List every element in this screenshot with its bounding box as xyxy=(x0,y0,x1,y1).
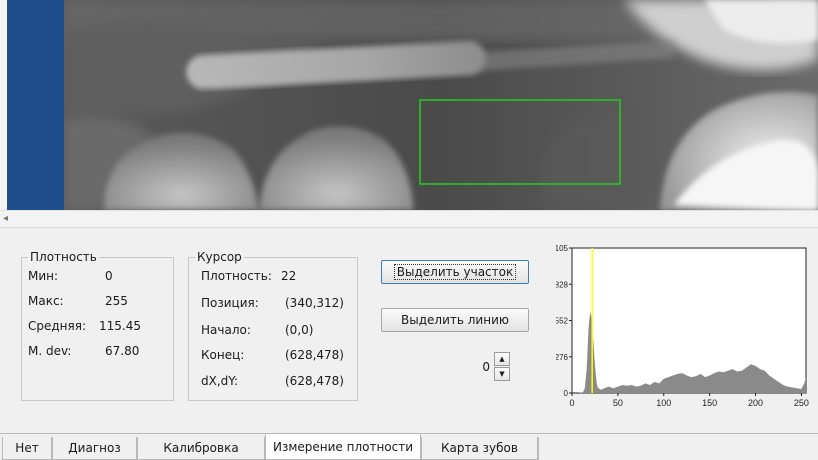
cursor-position-label: Позиция: xyxy=(201,296,259,310)
tab-calibration-label: Калибровка xyxy=(163,441,239,455)
histogram-y-axis: 0 2276 4552 6828 9105 xyxy=(556,244,572,398)
y-tick-label: 2276 xyxy=(556,353,569,362)
spinner-value[interactable]: 0 xyxy=(470,359,490,375)
spin-up-icon[interactable]: ▲ xyxy=(494,352,510,366)
density-group: Плотность Мин: 0 Макс: 255 Средняя: 115.… xyxy=(21,250,174,401)
xray-image[interactable] xyxy=(64,0,818,210)
y-tick-label: 4552 xyxy=(556,317,569,326)
tab-density-measurement-label: Измерение плотности xyxy=(272,439,414,454)
density-mean-label: Средняя: xyxy=(28,319,87,333)
tab-strip: Нет Диагноз Калибровка Измерение плотнос… xyxy=(0,433,818,460)
x-tick-label: 250 xyxy=(794,398,809,408)
tab-diagnosis-label: Диагноз xyxy=(68,441,121,455)
cursor-density-value: 22 xyxy=(281,269,297,283)
cursor-end-value: (628,478) xyxy=(285,348,344,362)
density-min-value: 0 xyxy=(105,269,113,283)
cursor-group: Курсор Плотность: 22 Позиция: (340,312) … xyxy=(188,250,358,401)
select-line-button[interactable]: Выделить линию xyxy=(381,308,529,332)
select-area-button[interactable]: Выделить участок xyxy=(381,260,529,284)
cursor-end-label: Конец: xyxy=(201,348,245,362)
tab-none[interactable]: Нет xyxy=(2,437,52,460)
y-tick-label: 0 xyxy=(564,389,569,398)
tab-diagnosis[interactable]: Диагноз xyxy=(52,437,137,460)
cursor-start-row: Начало: (0,0) xyxy=(189,322,357,338)
density-max-label: Макс: xyxy=(28,294,64,308)
tab-teeth-map-label: Карта зубов xyxy=(441,441,518,455)
histogram-x-axis: 0 50 100 150 200 250 xyxy=(569,393,809,408)
cursor-delta-value: (628,478) xyxy=(285,374,344,388)
density-mdev-label: M. dev: xyxy=(28,344,72,358)
y-tick-label: 9105 xyxy=(556,244,569,253)
tab-density-measurement[interactable]: Измерение плотности xyxy=(265,434,421,460)
x-tick-label: 0 xyxy=(569,398,574,408)
spinner[interactable]: ▲ ▼ xyxy=(494,352,510,382)
x-tick-label: 200 xyxy=(748,398,763,408)
cursor-position-row: Позиция: (340,312) xyxy=(189,295,357,311)
density-max-value: 255 xyxy=(105,294,128,308)
cursor-density-row: Плотность: 22 xyxy=(189,268,357,284)
spin-down-icon[interactable]: ▼ xyxy=(494,367,510,381)
histogram-plot-area xyxy=(571,247,807,394)
x-tick-label: 150 xyxy=(702,398,717,408)
y-tick-label: 6828 xyxy=(556,280,569,289)
density-histogram: 0 2276 4552 6828 9105 0 50 100 150 200 250 xyxy=(556,244,809,408)
cursor-start-label: Начало: xyxy=(201,323,251,337)
tab-calibration[interactable]: Калибровка xyxy=(137,437,265,460)
density-min-row: Мин: 0 xyxy=(22,268,173,284)
cursor-density-label: Плотность: xyxy=(201,269,272,283)
density-mean-value: 115.45 xyxy=(99,319,141,333)
cursor-group-title: Курсор xyxy=(195,250,244,264)
density-mdev-value: 67.80 xyxy=(105,344,140,358)
density-max-row: Макс: 255 xyxy=(22,293,173,309)
x-tick-label: 50 xyxy=(613,398,623,408)
horizontal-scrollbar[interactable]: ◂ xyxy=(0,210,818,228)
image-viewer[interactable] xyxy=(0,0,818,210)
tab-teeth-map[interactable]: Карта зубов xyxy=(421,437,538,460)
select-line-button-label: Выделить линию xyxy=(401,313,509,327)
viewer-left-margin xyxy=(0,0,7,210)
density-group-title: Плотность xyxy=(28,250,99,264)
viewer-side-panel xyxy=(7,0,64,210)
cursor-delta-row: dX,dY: (628,478) xyxy=(189,373,357,389)
density-mean-row: Средняя: 115.45 xyxy=(22,318,173,334)
tab-none-label: Нет xyxy=(15,441,39,455)
x-tick-label: 100 xyxy=(656,398,671,408)
cursor-position-value: (340,312) xyxy=(285,296,344,310)
cursor-start-value: (0,0) xyxy=(285,323,314,337)
select-area-button-label: Выделить участок xyxy=(393,264,517,280)
tab-strip-filler xyxy=(538,437,818,460)
density-min-label: Мин: xyxy=(28,269,59,283)
scroll-left-arrow-icon[interactable]: ◂ xyxy=(3,212,8,226)
density-mdev-row: M. dev: 67.80 xyxy=(22,343,173,359)
cursor-end-row: Конец: (628,478) xyxy=(189,347,357,363)
cursor-delta-label: dX,dY: xyxy=(201,374,239,388)
